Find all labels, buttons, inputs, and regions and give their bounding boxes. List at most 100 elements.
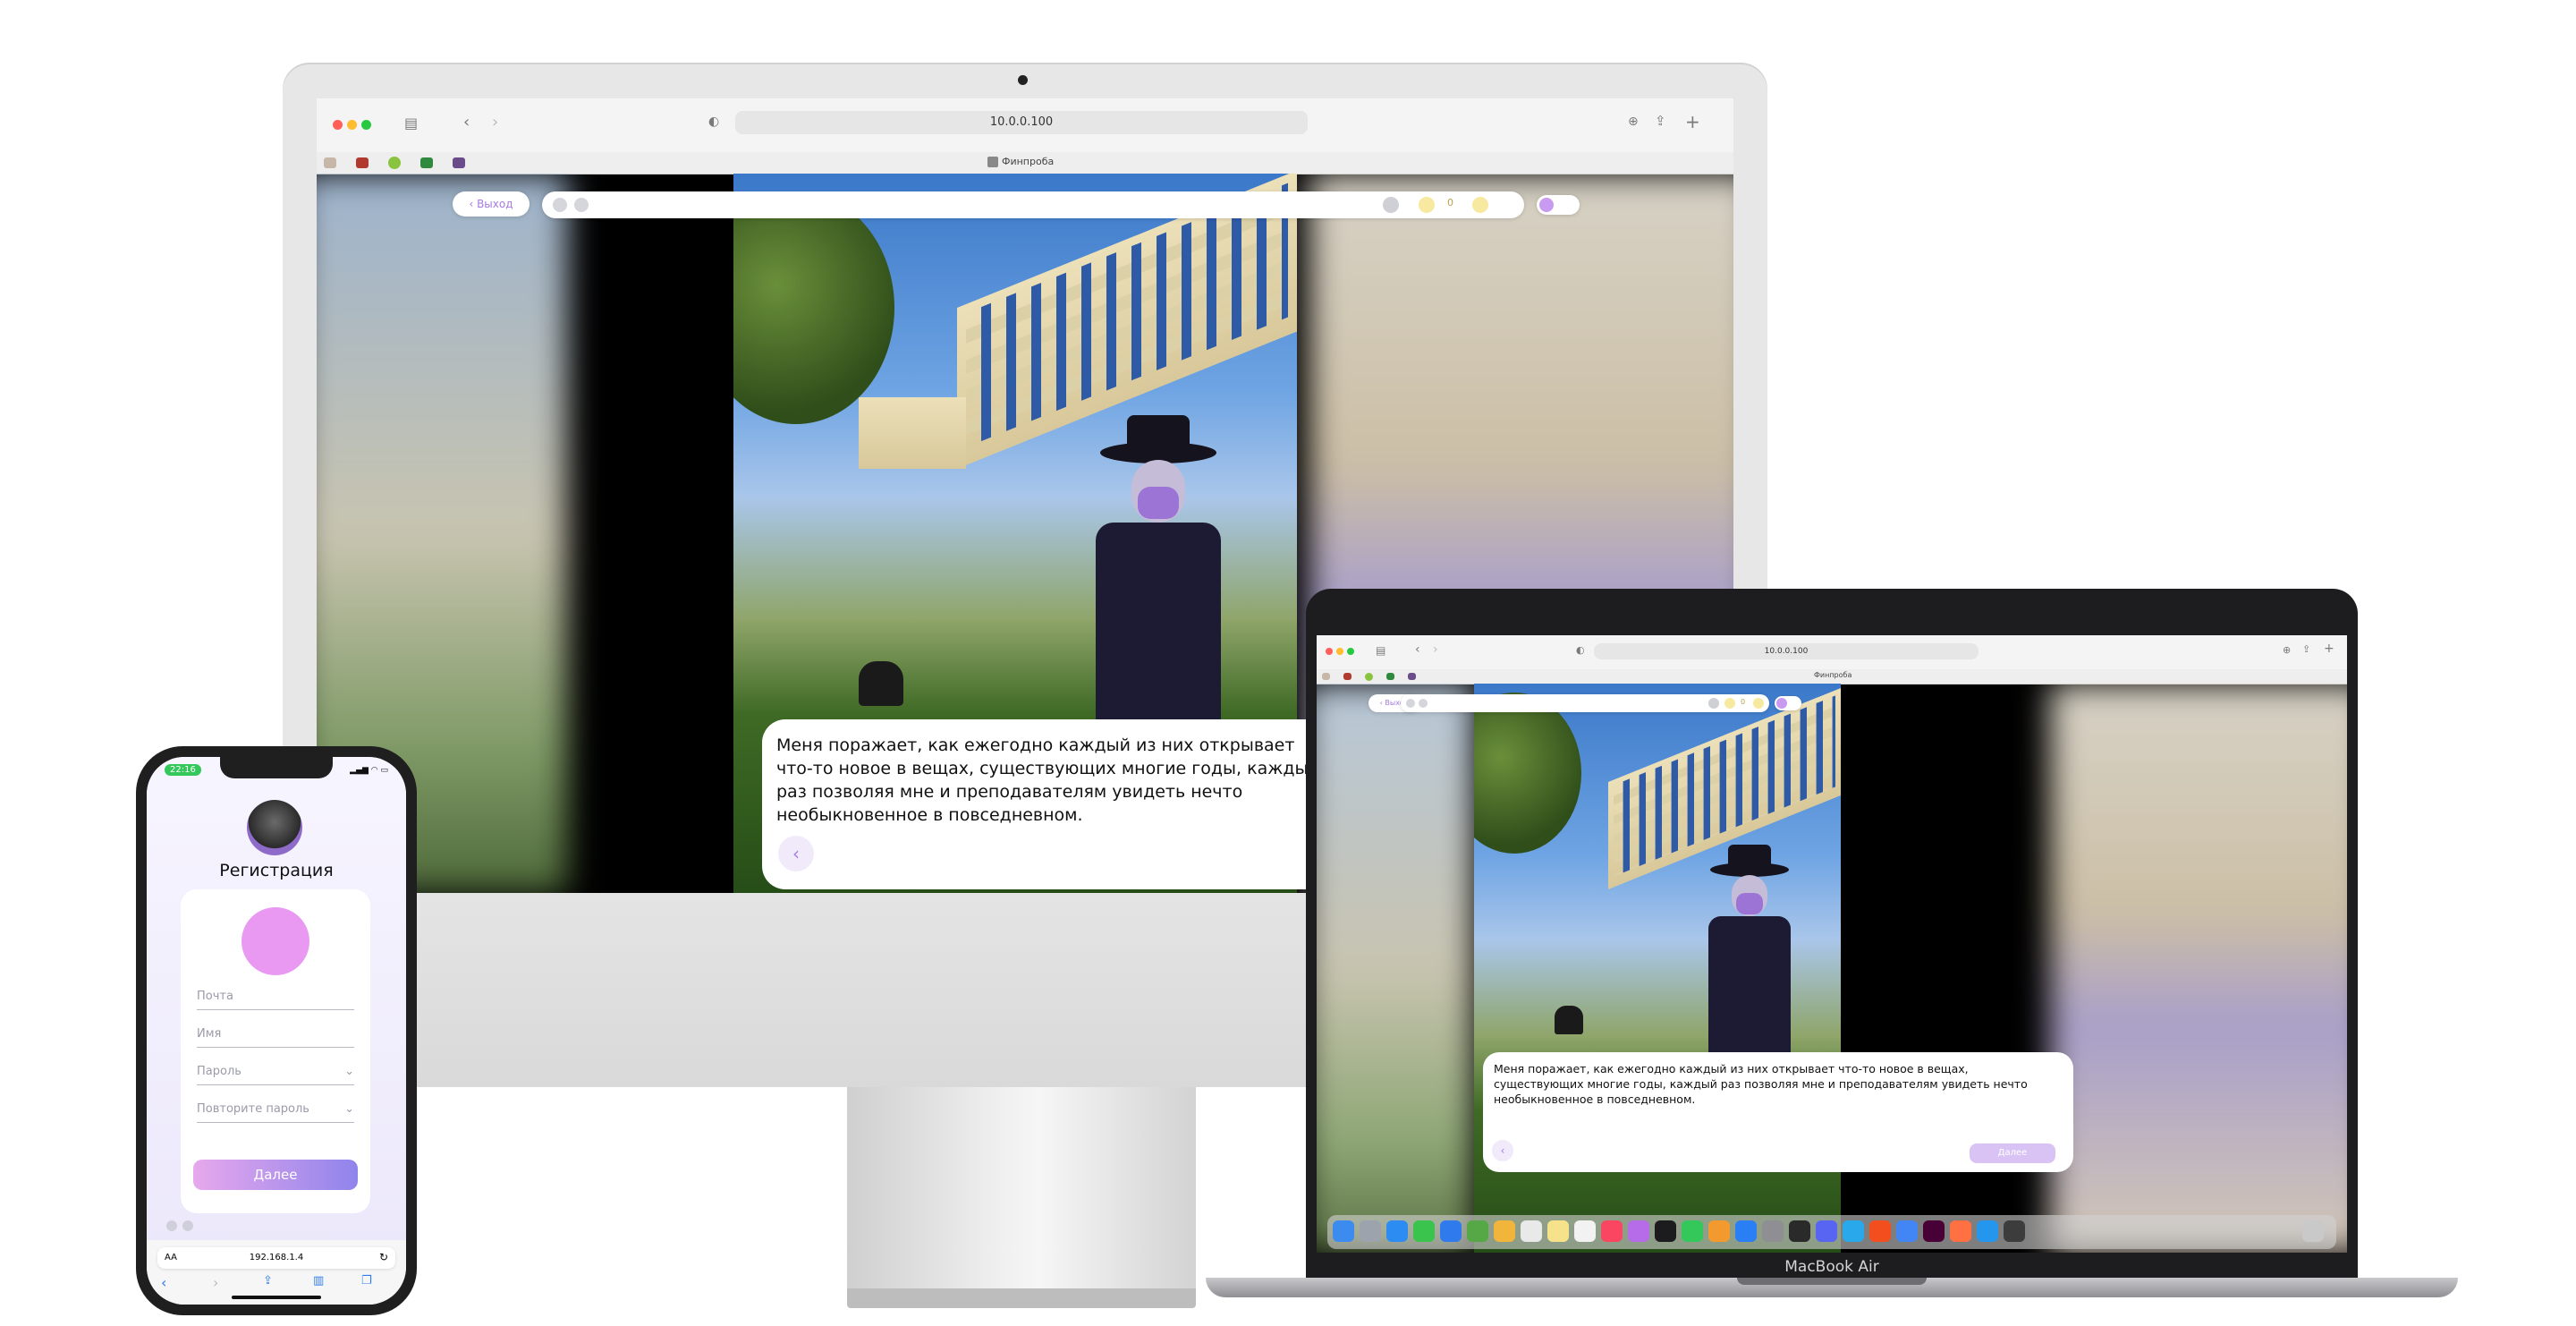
messages-icon[interactable] — [1413, 1220, 1435, 1242]
chrome-icon[interactable] — [1896, 1220, 1918, 1242]
podcasts-icon[interactable] — [1628, 1220, 1649, 1242]
password-field[interactable]: Пароль ⌄ — [197, 1065, 354, 1085]
photos-icon[interactable] — [1494, 1220, 1515, 1242]
telegram-icon[interactable] — [553, 198, 567, 212]
add-coins-icon[interactable] — [1472, 197, 1488, 213]
adobe-xd-icon[interactable] — [1923, 1220, 1945, 1242]
name-placeholder: Имя — [197, 1027, 222, 1041]
telegram-icon[interactable] — [1406, 699, 1415, 708]
mail-icon[interactable] — [1440, 1220, 1462, 1242]
maps-icon[interactable] — [1467, 1220, 1488, 1242]
back-icon[interactable]: ‹ — [161, 1274, 166, 1291]
discord-icon[interactable] — [1816, 1220, 1837, 1242]
telegram-app-icon[interactable] — [1843, 1220, 1864, 1242]
new-tab-icon[interactable]: + — [2324, 642, 2334, 656]
forward-icon[interactable]: › — [492, 113, 498, 132]
back-icon[interactable]: ‹ — [463, 113, 470, 132]
numbers-icon[interactable] — [1682, 1220, 1703, 1242]
trash-icon[interactable] — [2302, 1220, 2324, 1242]
dialog-next-button[interactable]: Далее — [1970, 1143, 2055, 1163]
macbook-device: ▤ ‹ › ◐ 10.0.0.100 ⊕ ⇪ + Финпроба ‹ Выхо… — [1206, 589, 2458, 1322]
bookmarks-icon[interactable]: ▥ — [313, 1274, 324, 1288]
favorite-icon[interactable] — [1408, 673, 1416, 680]
add-coins-icon[interactable] — [1753, 698, 1764, 709]
imac-camera — [1018, 75, 1028, 85]
zoom-window-button[interactable] — [361, 120, 371, 130]
active-tab[interactable]: Финпроба — [987, 156, 1054, 167]
downloads-icon[interactable]: ⊕ — [1628, 115, 1639, 129]
dialog-back-button[interactable]: ‹ — [1492, 1140, 1513, 1161]
music-icon[interactable] — [1601, 1220, 1623, 1242]
favorite-icon[interactable] — [1322, 673, 1330, 680]
repeat-password-field[interactable]: Повторите пароль ⌄ — [197, 1102, 354, 1123]
finder-icon[interactable] — [1333, 1220, 1354, 1242]
close-window-button[interactable] — [333, 120, 343, 130]
new-tab-icon[interactable]: + — [1685, 111, 1700, 132]
game-viewport: ‹ Выход 0 Меня поражает, как ежегодно ка… — [1317, 684, 2347, 1253]
launchpad-icon[interactable] — [1360, 1220, 1381, 1242]
forward-icon[interactable]: › — [213, 1274, 218, 1291]
zoom-window-button[interactable] — [1347, 648, 1354, 655]
vk-icon[interactable] — [1419, 699, 1428, 708]
safari-toolbar: ▤ ‹ › ◐ 10.0.0.100 ⊕ ⇪ + — [317, 98, 1733, 153]
app-icon[interactable] — [2004, 1220, 2025, 1242]
name-field[interactable]: Имя — [197, 1027, 354, 1048]
docker-icon[interactable] — [1977, 1220, 1998, 1242]
tabs-icon[interactable]: ❐ — [361, 1274, 372, 1288]
share-icon[interactable]: ⇪ — [1655, 113, 1666, 129]
active-tab[interactable]: Финпроба — [1814, 671, 1852, 679]
favorite-icon[interactable] — [324, 157, 336, 168]
theme-toggle[interactable] — [1537, 195, 1580, 215]
minimize-window-button[interactable] — [1336, 648, 1343, 655]
vk-icon[interactable] — [574, 198, 589, 212]
privacy-shield-icon[interactable]: ◐ — [708, 115, 719, 129]
building-windows — [966, 183, 1288, 447]
calendar-icon[interactable] — [1521, 1220, 1542, 1242]
profile-icon[interactable] — [1383, 197, 1399, 213]
favorite-icon[interactable] — [420, 157, 433, 168]
address-bar[interactable]: AA 192.168.1.4 ↻ — [157, 1247, 395, 1269]
share-icon[interactable]: ⇪ — [263, 1274, 273, 1288]
profile-icon[interactable] — [1708, 698, 1719, 709]
close-window-button[interactable] — [1326, 648, 1333, 655]
exit-button[interactable]: ‹ Выход — [453, 191, 530, 217]
favorite-icon[interactable] — [1386, 673, 1394, 680]
favorite-icon[interactable] — [356, 157, 369, 168]
downloads-icon[interactable]: ⊕ — [2283, 644, 2291, 656]
reminders-icon[interactable] — [1574, 1220, 1596, 1242]
telegram-icon[interactable] — [166, 1220, 177, 1231]
forward-icon[interactable]: › — [1433, 642, 1438, 657]
privacy-shield-icon[interactable]: ◐ — [1576, 644, 1585, 656]
minimize-window-button[interactable] — [347, 120, 357, 130]
sketch-icon[interactable] — [1950, 1220, 1971, 1242]
app-store-icon[interactable] — [1735, 1220, 1757, 1242]
dialog-back-button[interactable]: ‹ — [778, 836, 814, 871]
theme-toggle[interactable] — [1775, 696, 1801, 710]
show-password-icon[interactable]: ⌄ — [344, 1102, 354, 1116]
next-button[interactable]: Далее — [193, 1160, 358, 1190]
figma-icon[interactable] — [1869, 1220, 1891, 1242]
pages-icon[interactable] — [1708, 1220, 1730, 1242]
favorite-icon[interactable] — [453, 157, 465, 168]
settings-icon[interactable] — [1762, 1220, 1784, 1242]
iphone-notch — [220, 757, 333, 778]
avatar-upload[interactable] — [242, 907, 309, 975]
home-indicator[interactable] — [232, 1296, 321, 1299]
safari-icon[interactable] — [1386, 1220, 1408, 1242]
address-bar[interactable]: 10.0.0.100 — [1594, 643, 1979, 659]
vk-icon[interactable] — [182, 1220, 193, 1231]
favorite-icon[interactable] — [388, 157, 401, 169]
terminal-icon[interactable] — [1789, 1220, 1810, 1242]
email-field[interactable]: Почта — [197, 990, 354, 1010]
notes-icon[interactable] — [1547, 1220, 1569, 1242]
favorite-icon[interactable] — [1343, 673, 1352, 680]
back-icon[interactable]: ‹ — [1415, 642, 1420, 657]
sidebar-icon[interactable]: ▤ — [1376, 644, 1385, 657]
sidebar-icon[interactable]: ▤ — [404, 115, 418, 132]
tv-icon[interactable] — [1655, 1220, 1676, 1242]
show-password-icon[interactable]: ⌄ — [344, 1065, 354, 1078]
reload-icon[interactable]: ↻ — [379, 1251, 388, 1263]
address-bar[interactable]: 10.0.0.100 — [735, 111, 1308, 134]
share-icon[interactable]: ⇪ — [2302, 643, 2310, 655]
favorite-icon[interactable] — [1365, 673, 1373, 681]
